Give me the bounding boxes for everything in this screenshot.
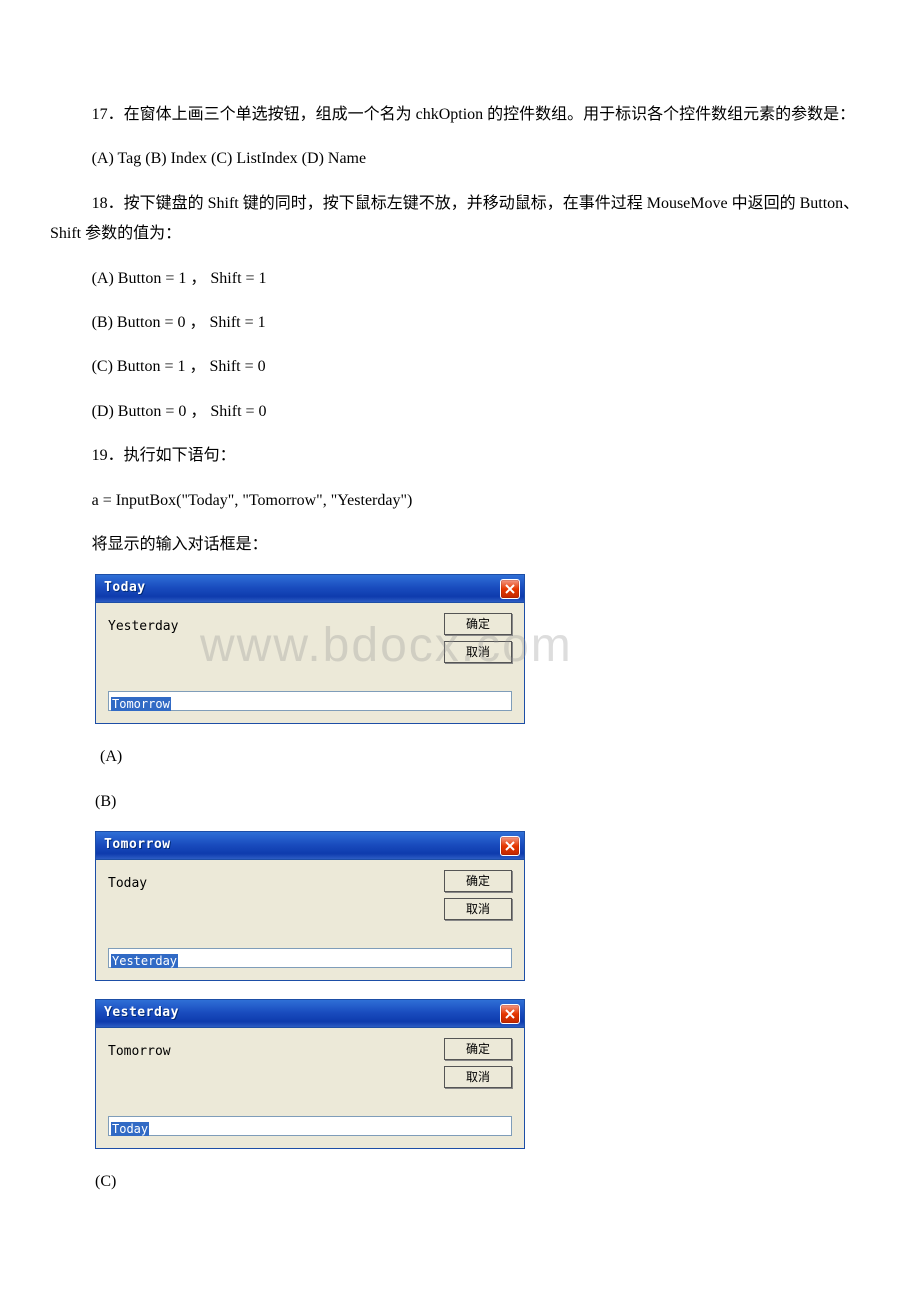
close-icon: [504, 840, 516, 852]
q17-options: (A) Tag (B) Index (C) ListIndex (D) Name: [50, 144, 870, 174]
q18-opt-d: (D) Button = 0 ， Shift = 0: [50, 397, 870, 427]
prompt-text: Yesterday: [108, 613, 178, 663]
close-icon: [504, 1008, 516, 1020]
label-a: (A): [100, 742, 870, 772]
titlebar[interactable]: Tomorrow: [96, 832, 524, 860]
dialog-body: Tomorrow 确定 取消 Today: [96, 1028, 524, 1148]
q17-text: 17．在窗体上画三个单选按钮，组成一个名为 chkOption 的控件数组。用于…: [50, 100, 870, 130]
ok-button[interactable]: 确定: [444, 870, 512, 892]
dialog-body: Today 确定 取消 Yesterday: [96, 860, 524, 980]
label-b: (B): [95, 787, 870, 817]
inputbox-dialog-a: Today Yesterday 确定 取消 Tomorrow: [95, 574, 525, 724]
title-text: Today: [104, 576, 146, 601]
ok-button[interactable]: 确定: [444, 613, 512, 635]
cancel-button[interactable]: 取消: [444, 898, 512, 920]
titlebar[interactable]: Today: [96, 575, 524, 603]
titlebar[interactable]: Yesterday: [96, 1000, 524, 1028]
title-text: Tomorrow: [104, 833, 171, 858]
cancel-button[interactable]: 取消: [444, 641, 512, 663]
q18-opt-c: (C) Button = 1 ， Shift = 0: [50, 352, 870, 382]
close-button[interactable]: [500, 579, 520, 599]
cancel-button[interactable]: 取消: [444, 1066, 512, 1088]
q19-tail: 将显示的输入对话框是：: [50, 530, 870, 560]
default-input[interactable]: Tomorrow: [108, 691, 512, 711]
q18-opt-a: (A) Button = 1 ， Shift = 1: [50, 264, 870, 294]
close-button[interactable]: [500, 1004, 520, 1024]
close-button[interactable]: [500, 836, 520, 856]
inputbox-dialog-b: Tomorrow Today 确定 取消 Yesterday: [95, 831, 525, 981]
inputbox-dialog-c: Yesterday Tomorrow 确定 取消 Today: [95, 999, 525, 1149]
q18-text: 18．按下键盘的 Shift 键的同时，按下鼠标左键不放，并移动鼠标，在事件过程…: [50, 189, 870, 250]
prompt-text: Tomorrow: [108, 1038, 171, 1088]
ok-button[interactable]: 确定: [444, 1038, 512, 1060]
label-c: (C): [95, 1167, 870, 1197]
close-icon: [504, 583, 516, 595]
q18-opt-b: (B) Button = 0 ， Shift = 1: [50, 308, 870, 338]
prompt-text: Today: [108, 870, 147, 920]
q19-intro: 19．执行如下语句：: [50, 441, 870, 471]
dialog-body: Yesterday 确定 取消 Tomorrow: [96, 603, 524, 723]
default-input[interactable]: Today: [108, 1116, 512, 1136]
q19-code: a = InputBox("Today", "Tomorrow", "Yeste…: [50, 486, 870, 516]
title-text: Yesterday: [104, 1001, 179, 1026]
default-input[interactable]: Yesterday: [108, 948, 512, 968]
